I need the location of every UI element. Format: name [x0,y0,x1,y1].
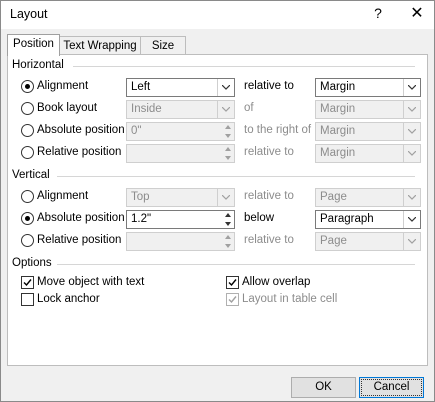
chevron-down-icon [403,79,420,96]
v-alignment-radio[interactable] [21,190,34,203]
spin-down-icon[interactable] [222,154,234,162]
chevron-down-icon [403,189,420,206]
h-book-layout-label: Book layout [37,102,98,114]
v-alignment-value: Top [131,191,150,203]
v-absolute-position-value: 1.2" [131,213,152,225]
v-absolute-position-relative-select[interactable]: Paragraph [315,210,421,229]
chevron-down-icon [217,79,234,96]
spinner-buttons [222,211,234,228]
h-book-layout-radio[interactable] [21,102,34,115]
spin-up-icon[interactable] [222,233,234,241]
vertical-heading: Vertical [12,169,50,181]
focus-outline [361,379,422,396]
options-heading: Options [12,257,52,269]
chevron-down-icon [403,233,420,250]
h-alignment-relation: relative to [244,80,294,92]
v-relative-position-label: Relative position [37,234,122,246]
v-alignment-select[interactable]: Top [126,188,235,207]
v-absolute-position-relation: below [244,212,275,224]
title-bar: Layout ? ✕ [1,1,434,29]
h-alignment-relative-select[interactable]: Margin [315,78,421,97]
h-alignment-label: Alignment [37,80,89,92]
h-absolute-position-radio[interactable] [21,124,34,137]
chevron-down-icon [403,211,420,228]
allow-overlap-checkbox[interactable] [226,276,239,289]
chevron-down-icon [403,123,420,140]
v-relative-position-relative-select[interactable]: Page [315,232,421,251]
checkmark-icon [228,279,237,287]
checkmark-icon [228,296,237,304]
spin-up-icon[interactable] [222,123,234,131]
h-relative-position-radio[interactable] [21,146,34,159]
h-book-layout-relative-value: Margin [320,103,356,115]
spin-down-icon[interactable] [222,220,234,228]
spin-down-icon[interactable] [222,132,234,140]
h-relative-position-spinner[interactable] [126,144,235,163]
spinner-buttons [222,123,234,140]
options-divider [57,264,415,265]
checkmark-icon [23,279,32,287]
spinner-buttons [222,233,234,250]
horizontal-divider [73,66,415,67]
v-relative-position-spinner[interactable] [126,232,235,251]
spin-up-icon[interactable] [222,145,234,153]
h-relative-position-relation: relative to [244,146,294,158]
v-absolute-position-spinner[interactable]: 1.2" [126,210,235,229]
h-absolute-position-relative-value: Margin [320,125,356,137]
h-relative-position-relative-value: Margin [320,147,356,159]
layout-dialog: Layout ? ✕ Position Text Wrapping Size H… [0,0,435,402]
v-relative-position-radio[interactable] [21,234,34,247]
spin-down-icon[interactable] [222,242,234,250]
h-alignment-relative-value: Margin [320,81,356,93]
move-with-text-checkbox[interactable] [21,276,34,289]
ok-button[interactable]: OK [291,377,356,398]
h-relative-position-relative-select[interactable]: Margin [315,144,421,163]
horizontal-heading: Horizontal [12,59,64,71]
chevron-down-icon [403,145,420,162]
h-absolute-position-relation: to the right of [244,124,312,136]
h-absolute-position-value: 0" [131,125,142,137]
cancel-button[interactable]: Cancel [359,377,424,398]
v-absolute-position-label: Absolute position [37,212,125,224]
h-absolute-position-relative-select[interactable]: Margin [315,122,421,141]
v-alignment-label: Alignment [37,190,89,202]
h-book-layout-value: Inside [131,103,162,115]
chevron-down-icon [217,101,234,118]
v-relative-position-relative-value: Page [320,235,347,247]
lock-anchor-label: Lock anchor [37,293,100,305]
help-icon[interactable]: ? [369,5,387,21]
v-relative-position-relation: relative to [244,234,294,246]
tab-text-wrapping[interactable]: Text Wrapping [59,36,141,55]
h-absolute-position-spinner[interactable]: 0" [126,122,235,141]
tab-size[interactable]: Size [140,36,186,55]
h-alignment-radio[interactable] [21,80,34,93]
chevron-down-icon [403,101,420,118]
layout-in-table-cell-label: Layout in table cell [242,293,338,305]
h-book-layout-relation: of [244,102,254,114]
h-alignment-value: Left [131,81,151,93]
v-alignment-relation: relative to [244,190,294,202]
close-icon[interactable]: ✕ [407,3,427,23]
vertical-divider [57,176,415,177]
tab-position[interactable]: Position [7,34,60,56]
chevron-down-icon [217,189,234,206]
h-book-layout-relative-select[interactable]: Margin [315,100,421,119]
dialog-title: Layout [10,7,48,21]
lock-anchor-checkbox[interactable] [21,293,34,306]
v-alignment-relative-select[interactable]: Page [315,188,421,207]
h-absolute-position-label: Absolute position [37,124,125,136]
h-book-layout-select[interactable]: Inside [126,100,235,119]
v-alignment-relative-value: Page [320,191,347,203]
v-absolute-position-radio[interactable] [21,212,34,225]
allow-overlap-label: Allow overlap [242,276,311,288]
layout-in-table-cell-checkbox[interactable] [226,293,239,306]
move-with-text-label: Move object with text [37,276,145,288]
v-absolute-position-relative-value: Paragraph [320,213,374,225]
spinner-buttons [222,145,234,162]
h-relative-position-label: Relative position [37,146,122,158]
h-alignment-select[interactable]: Left [126,78,235,97]
spin-up-icon[interactable] [222,211,234,219]
